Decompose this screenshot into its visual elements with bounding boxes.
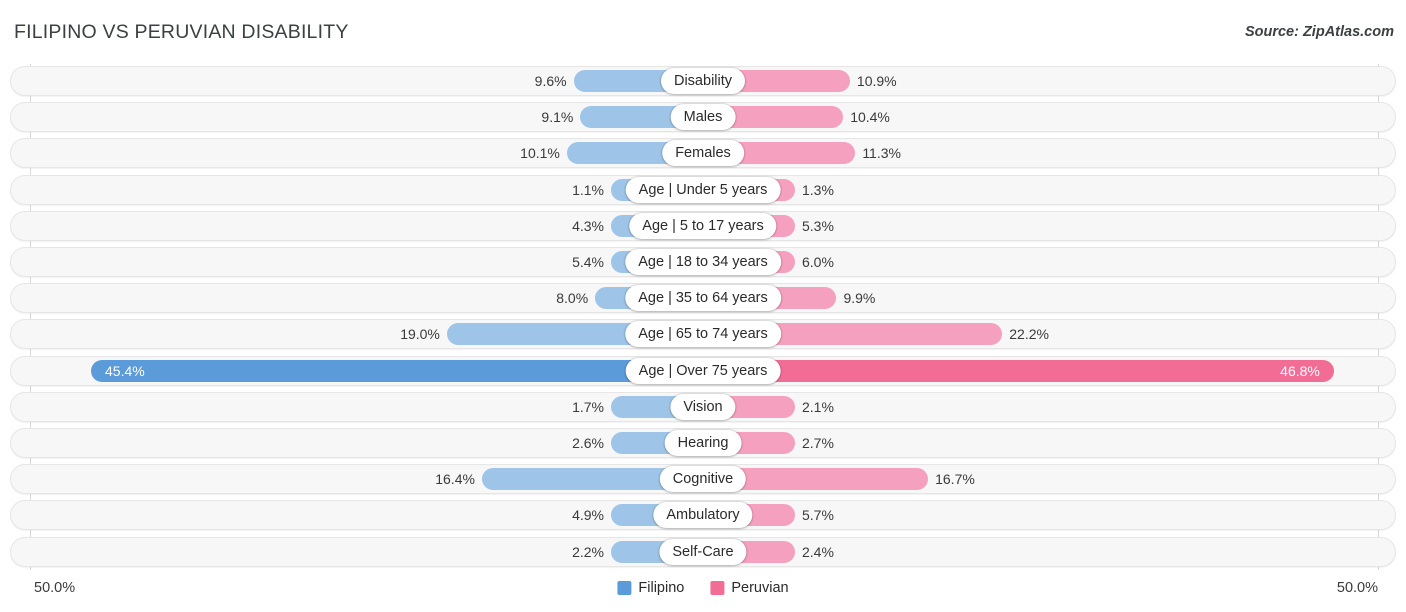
chart-legend: Filipino Peruvian <box>617 580 789 596</box>
chart-row: 1.1% 1.3% Age | Under 5 years <box>10 174 1396 205</box>
chart-header: FILIPINO VS PERUVIAN DISABILITY Source: … <box>0 0 1406 58</box>
chart-row-inner: 45.4% 46.8% Age | Over 75 years <box>11 357 1395 385</box>
category-label: Age | 65 to 74 years <box>625 321 781 348</box>
legend-swatch-icon <box>710 581 725 595</box>
value-label-peruvian: 22.2% <box>1009 326 1049 343</box>
value-label-peruvian: 11.3% <box>862 145 901 162</box>
value-label-filipino: 45.4% <box>105 362 145 379</box>
value-label-peruvian: 2.4% <box>802 543 834 560</box>
value-label-filipino: 2.2% <box>572 543 604 560</box>
axis-label-left: 50.0% <box>34 580 76 596</box>
legend-item: Peruvian <box>710 580 789 596</box>
category-label: Age | 35 to 64 years <box>625 285 781 312</box>
chart-row: 10.1% 11.3% Females <box>10 138 1396 169</box>
chart-row: 4.3% 5.3% Age | 5 to 17 years <box>10 210 1396 241</box>
value-label-filipino: 10.1% <box>520 145 560 162</box>
chart-row-inner: 16.4% 16.7% Cognitive <box>11 465 1395 493</box>
chart-page: FILIPINO VS PERUVIAN DISABILITY Source: … <box>0 0 1406 612</box>
chart-row-inner: 1.7% 2.1% Vision <box>11 393 1395 421</box>
category-label: Males <box>670 104 736 131</box>
value-label-peruvian: 46.8% <box>1280 362 1320 379</box>
chart-row: 2.6% 2.7% Hearing <box>10 428 1396 458</box>
chart-row: 9.6% 10.9% Disability <box>10 66 1396 96</box>
category-label: Age | 5 to 17 years <box>629 212 777 239</box>
chart-row: 16.4% 16.7% Cognitive <box>10 464 1396 495</box>
chart-footer: 50.0% 50.0% Filipino Peruvian <box>0 570 1406 612</box>
bar-filipino <box>91 359 703 382</box>
diverging-bar-chart-plot: 9.6% 10.9% Disability 9.1% 10.4% Males 10.1% 11… <box>0 58 1406 570</box>
value-label-filipino: 2.6% <box>572 435 604 451</box>
value-label-peruvian: 6.0% <box>802 254 834 270</box>
category-label: Age | Over 75 years <box>625 357 781 384</box>
value-label-filipino: 1.1% <box>572 181 604 198</box>
chart-row-inner: 4.9% 5.7% Ambulatory <box>11 501 1395 529</box>
legend-label: Peruvian <box>731 580 789 596</box>
chart-row-inner: 4.3% 5.3% Age | 5 to 17 years <box>11 212 1395 240</box>
category-label: Females <box>662 140 744 167</box>
legend-label: Filipino <box>638 580 685 596</box>
value-label-filipino: 9.1% <box>541 109 574 126</box>
value-label-filipino: 1.7% <box>572 398 604 415</box>
category-label: Age | Under 5 years <box>625 176 781 203</box>
chart-row-inner: 9.6% 10.9% Disability <box>11 67 1395 95</box>
value-label-filipino: 16.4% <box>435 471 475 488</box>
legend-item: Filipino <box>617 580 684 596</box>
legend-swatch-icon <box>617 581 632 595</box>
chart-row-inner: 10.1% 11.3% Females <box>11 139 1395 167</box>
chart-row-inner: 5.4% 6.0% Age | 18 to 34 years <box>11 248 1395 276</box>
value-label-filipino: 4.3% <box>572 217 604 234</box>
page-title: FILIPINO VS PERUVIAN DISABILITY <box>14 21 349 43</box>
chart-row-inner: 9.1% 10.4% Males <box>11 103 1395 131</box>
chart-row: 19.0% 22.2% Age | 65 to 74 years <box>10 319 1396 350</box>
value-label-filipino: 19.0% <box>400 326 440 343</box>
category-label: Disability <box>660 68 746 94</box>
value-label-peruvian: 2.1% <box>802 398 834 415</box>
category-label: Age | 18 to 34 years <box>625 249 781 275</box>
value-label-filipino: 9.6% <box>534 73 567 89</box>
category-label: Vision <box>670 393 736 420</box>
chart-row: 1.7% 2.1% Vision <box>10 391 1396 422</box>
value-label-peruvian: 2.7% <box>802 435 834 451</box>
chart-row: 9.1% 10.4% Males <box>10 102 1396 133</box>
category-label: Self-Care <box>659 538 747 565</box>
chart-row-inner: 2.6% 2.7% Hearing <box>11 429 1395 457</box>
value-label-filipino: 8.0% <box>556 290 589 307</box>
value-label-peruvian: 10.9% <box>856 73 897 89</box>
chart-row-inner: 2.2% 2.4% Self-Care <box>11 538 1395 566</box>
chart-row: 2.2% 2.4% Self-Care <box>10 536 1396 567</box>
chart-row: 4.9% 5.7% Ambulatory <box>10 500 1396 531</box>
chart-row-inner: 8.0% 9.9% Age | 35 to 64 years <box>11 284 1395 312</box>
value-label-peruvian: 16.7% <box>935 471 975 488</box>
source-attribution: Source: ZipAtlas.com <box>1244 24 1394 40</box>
value-label-filipino: 4.9% <box>572 507 604 524</box>
category-label: Ambulatory <box>653 502 753 529</box>
value-label-peruvian: 5.7% <box>802 507 834 524</box>
category-label: Cognitive <box>659 466 747 493</box>
value-label-peruvian: 1.3% <box>802 181 834 198</box>
chart-row: 45.4% 46.8% Age | Over 75 years <box>10 355 1396 386</box>
value-label-peruvian: 5.3% <box>802 217 834 234</box>
value-label-filipino: 5.4% <box>572 254 604 270</box>
axis-label-right: 50.0% <box>1336 580 1378 596</box>
bar-peruvian <box>703 359 1334 382</box>
chart-row-inner: 19.0% 22.2% Age | 65 to 74 years <box>11 320 1395 348</box>
chart-row-inner: 1.1% 1.3% Age | Under 5 years <box>11 176 1395 204</box>
category-label: Hearing <box>664 430 742 456</box>
chart-row: 5.4% 6.0% Age | 18 to 34 years <box>10 247 1396 277</box>
chart-row: 8.0% 9.9% Age | 35 to 64 years <box>10 283 1396 314</box>
value-label-peruvian: 10.4% <box>850 109 890 126</box>
value-label-peruvian: 9.9% <box>843 290 876 307</box>
